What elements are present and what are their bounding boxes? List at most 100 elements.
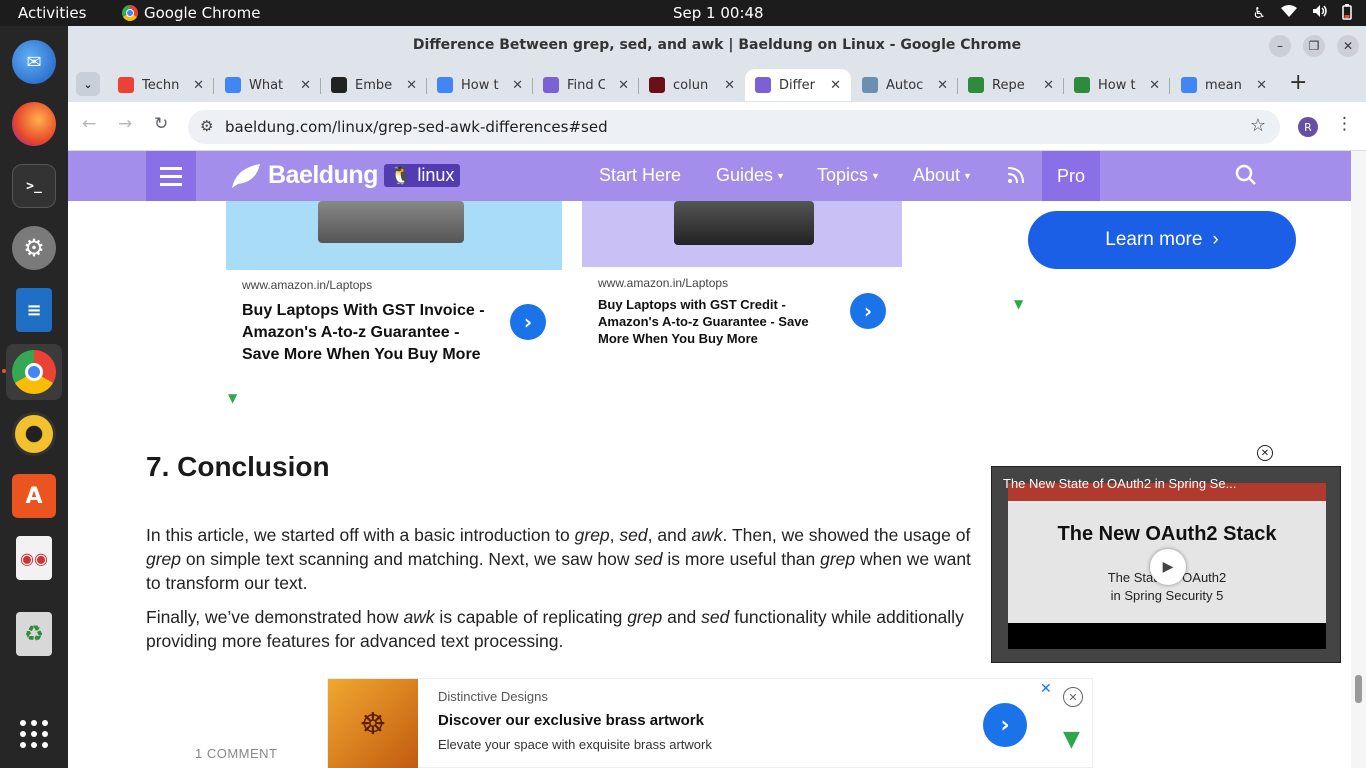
- ad1-title[interactable]: Buy Laptops With GST Invoice - Amazon's …: [242, 300, 492, 366]
- play-icon[interactable]: ▶: [1150, 549, 1186, 585]
- ad2-go-button[interactable]: ›: [850, 293, 886, 329]
- ad2-title[interactable]: Buy Laptops with GST Credit - Amazon's A…: [598, 296, 818, 347]
- tab-0[interactable]: Techn ✕: [108, 69, 214, 101]
- tab-label: Repe: [992, 77, 1025, 93]
- app-menu[interactable]: Google Chrome: [122, 4, 261, 22]
- tab-close-icon[interactable]: ✕: [193, 78, 204, 93]
- tab-close-icon[interactable]: ✕: [1149, 78, 1160, 93]
- video-title[interactable]: The New State of OAuth2 in Spring Se...: [1003, 476, 1236, 491]
- tab-1[interactable]: What ✕: [215, 69, 321, 101]
- ad-go-button[interactable]: ›: [983, 703, 1027, 747]
- reload-button[interactable]: ↻: [154, 114, 168, 134]
- ad1-image[interactable]: [226, 201, 562, 270]
- tab-3[interactable]: How t ✕: [427, 69, 533, 101]
- caret-down-icon: ▼: [871, 171, 880, 182]
- bookmark-star-icon[interactable]: ☆: [1250, 115, 1266, 136]
- dock-chrome[interactable]: [6, 344, 62, 400]
- dock-terminal[interactable]: >_: [6, 158, 62, 214]
- nav-about[interactable]: About ▼: [913, 165, 972, 186]
- show-apps-button[interactable]: [6, 706, 62, 762]
- video-controls-bar: [1008, 623, 1326, 649]
- ad-dismiss-icon[interactable]: ✕: [1063, 687, 1083, 707]
- tab-close-icon[interactable]: ✕: [830, 78, 841, 93]
- tab-close-icon[interactable]: ✕: [406, 78, 417, 93]
- new-tab-button[interactable]: +: [1289, 70, 1307, 95]
- nav-pro[interactable]: Pro: [1042, 151, 1100, 201]
- tab-close-icon[interactable]: ✕: [724, 78, 735, 93]
- accessibility-icon[interactable]: ♿: [1253, 4, 1266, 24]
- tab-8[interactable]: Repe ✕: [958, 69, 1064, 101]
- logo-leaf-icon: [232, 163, 260, 188]
- search-icon[interactable]: [1235, 164, 1257, 191]
- ad-close-icon[interactable]: ✕: [1040, 681, 1052, 697]
- ad1-go-button[interactable]: ›: [510, 304, 546, 340]
- brass-artwork-image[interactable]: ☸: [328, 679, 418, 768]
- tab-2[interactable]: Embe ✕: [321, 69, 427, 101]
- learn-more-button[interactable]: Learn more ›: [1028, 211, 1296, 269]
- tab-4[interactable]: Find C ✕: [533, 69, 639, 101]
- ad2-domain[interactable]: www.amazon.in/Laptops: [598, 276, 728, 290]
- dock-thunderbird[interactable]: ✉: [6, 34, 62, 90]
- forward-button[interactable]: →: [118, 114, 132, 134]
- scrollbar[interactable]: [1351, 151, 1366, 768]
- tab-close-icon[interactable]: ✕: [512, 78, 523, 93]
- tab-7[interactable]: Autoc ✕: [852, 69, 958, 101]
- profile-avatar[interactable]: R: [1298, 117, 1318, 137]
- bottom-ad[interactable]: ☸ Distinctive Designs Discover our exclu…: [327, 678, 1093, 768]
- nav-start-here[interactable]: Start Here: [599, 165, 681, 186]
- tab-close-icon[interactable]: ✕: [1256, 78, 1267, 93]
- video-close-icon[interactable]: ✕: [1257, 445, 1273, 461]
- title-bar[interactable]: Difference Between grep, sed, and awk | …: [68, 26, 1366, 64]
- adchoices-icon[interactable]: ▼: [1063, 727, 1080, 752]
- dock-trash[interactable]: ♻: [6, 606, 62, 662]
- hamburger-menu-icon[interactable]: [146, 151, 196, 201]
- ad2-image[interactable]: [582, 201, 902, 267]
- conclusion-paragraph-2: Finally, we’ve demonstrated how awk is c…: [146, 607, 964, 651]
- tab-close-icon[interactable]: ✕: [937, 78, 948, 93]
- comments-count[interactable]: 1 COMMENT: [195, 746, 278, 761]
- tab-close-icon[interactable]: ✕: [300, 78, 311, 93]
- close-window-button[interactable]: ✕: [1337, 35, 1359, 57]
- adchoices-icon[interactable]: ▼: [228, 391, 237, 405]
- dock-settings[interactable]: ⚙: [6, 220, 62, 276]
- url-text[interactable]: baeldung.com/linux/grep-sed-awk-differen…: [225, 118, 608, 136]
- ad-headline[interactable]: Discover our exclusive brass artwork: [438, 712, 704, 729]
- minimize-button[interactable]: –: [1269, 35, 1291, 57]
- tab-5[interactable]: colun ✕: [639, 69, 745, 101]
- menu-icon[interactable]: ⋮: [1336, 114, 1353, 134]
- tab-close-icon[interactable]: ✕: [618, 78, 629, 93]
- terminal-icon: >_: [12, 164, 56, 208]
- ad-advertiser[interactable]: Distinctive Designs: [438, 689, 548, 704]
- app-center-icon: A: [12, 474, 56, 518]
- address-bar[interactable]: ⚙ baeldung.com/linux/grep-sed-awk-differ…: [188, 110, 1280, 144]
- ad1-domain[interactable]: www.amazon.in/Laptops: [242, 278, 372, 292]
- tab-close-icon[interactable]: ✕: [1043, 78, 1054, 93]
- tab-strip: ⌄ Techn ✕ What ✕ Embe ✕ How t ✕ Find C ✕ colun ✕ Dif…: [68, 64, 1366, 102]
- ad-description[interactable]: Elevate your space with exquisite brass …: [438, 737, 712, 752]
- dock-rhythmbox[interactable]: [6, 406, 62, 462]
- rss-icon[interactable]: [1006, 165, 1026, 190]
- system-tray[interactable]: ♿: [1253, 4, 1352, 24]
- tab-9[interactable]: How t ✕: [1064, 69, 1170, 101]
- dock-firefox[interactable]: [6, 96, 62, 152]
- gmail-icon: [118, 77, 134, 93]
- tab-6[interactable]: Differ ✕: [745, 69, 851, 101]
- video-headline: The New OAuth2 Stack: [1057, 523, 1277, 545]
- nav-topics[interactable]: Topics ▼: [817, 165, 880, 186]
- video-player[interactable]: The New OAuth2 Stack The State of OAuth2…: [991, 466, 1341, 663]
- maximize-button[interactable]: ❐: [1303, 35, 1325, 57]
- video-frame[interactable]: The New OAuth2 Stack The State of OAuth2…: [1008, 483, 1326, 649]
- adchoices-icon[interactable]: ▼: [1014, 297, 1023, 311]
- dock-writer[interactable]: ≡: [6, 282, 62, 338]
- tab-10[interactable]: mean ✕: [1171, 69, 1277, 101]
- nav-guides[interactable]: Guides ▼: [716, 165, 785, 186]
- dock-app-center[interactable]: A: [6, 468, 62, 524]
- tab-search-button[interactable]: ⌄: [76, 72, 100, 96]
- clock[interactable]: Sep 1 00:48: [673, 4, 764, 22]
- baeldung-logo[interactable]: Baeldung 🐧 linux: [230, 161, 461, 190]
- scrollbar-thumb[interactable]: [1355, 675, 1362, 703]
- back-button[interactable]: ←: [82, 114, 96, 134]
- dock-document-viewer[interactable]: ◉◉: [6, 530, 62, 586]
- activities-button[interactable]: Activities: [18, 4, 86, 22]
- site-info-icon[interactable]: ⚙: [200, 117, 213, 135]
